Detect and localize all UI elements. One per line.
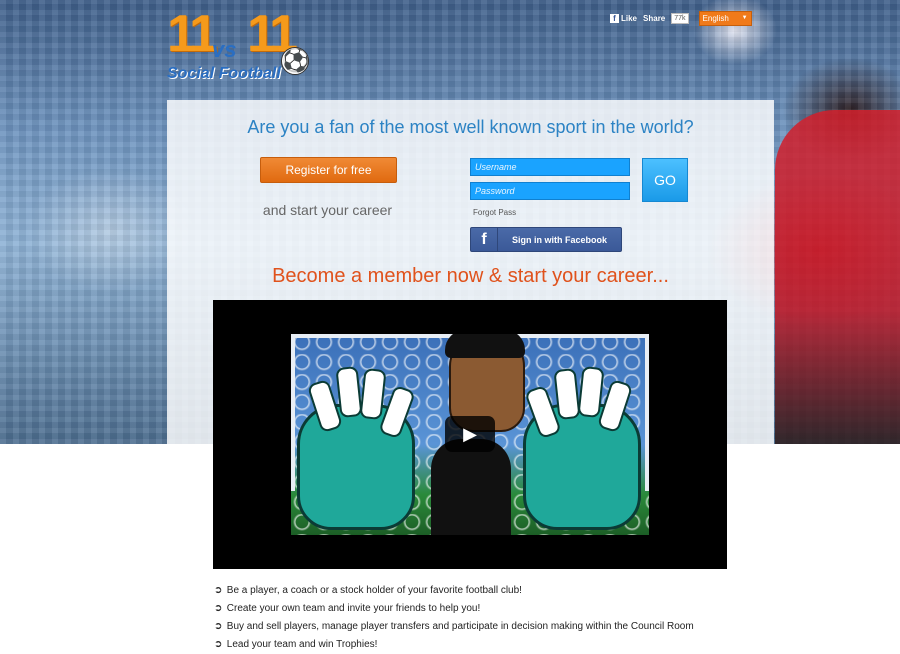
site-logo[interactable]: 11 vs 11 ⚽ Social Football — [167, 5, 317, 85]
glove-finger — [577, 365, 605, 419]
become-member-heading: Become a member now & start your career.… — [272, 265, 669, 287]
page-headline: Are you a fan of the most well known spo… — [247, 117, 694, 137]
facebook-signin-button[interactable]: f Sign in with Facebook — [470, 227, 622, 252]
arrow-icon: ➲ — [214, 639, 223, 650]
facebook-icon: f — [610, 13, 619, 23]
goalkeeper-body — [431, 439, 511, 535]
list-item: ➲ Lead your team and win Trophies! — [214, 636, 774, 654]
go-button[interactable]: GO — [642, 158, 688, 202]
left-glove — [297, 365, 416, 530]
right-glove — [523, 365, 641, 530]
register-subtext: and start your career — [262, 202, 393, 218]
feature-text: Create your own team and invite your fri… — [226, 603, 481, 614]
video-player[interactable]: ▶ — [213, 300, 727, 569]
logo-vs: vs — [212, 37, 237, 62]
feature-text: Lead your team and win Trophies! — [226, 639, 378, 650]
arrow-icon: ➲ — [214, 621, 223, 632]
feature-text: Buy and sell players, manage player tran… — [226, 621, 694, 632]
soccer-ball-icon: ⚽ — [281, 47, 309, 75]
feature-list: ➲ Be a player, a coach or a stock holder… — [214, 582, 774, 654]
like-label: Like — [621, 13, 638, 23]
language-select[interactable]: English ▼ — [698, 10, 752, 26]
play-icon[interactable]: ▶ — [445, 416, 495, 452]
list-item: ➲ Create your own team and invite your f… — [214, 600, 774, 618]
arrow-icon: ➲ — [214, 585, 223, 596]
facebook-icon: f — [471, 228, 498, 251]
logo-tagline: Social Football — [167, 65, 281, 82]
facebook-signin-label: Sign in with Facebook — [511, 234, 607, 245]
social-bar: f Like Share 77k English ▼ — [610, 10, 752, 26]
register-button[interactable]: Register for free — [260, 157, 397, 183]
list-item: ➲ Be a player, a coach or a stock holder… — [214, 582, 774, 600]
goalkeeper-hair — [445, 334, 525, 358]
language-value: English — [702, 13, 729, 23]
arrow-icon: ➲ — [214, 603, 223, 614]
facebook-like-button[interactable]: f Like — [610, 13, 638, 23]
glove-finger — [359, 367, 387, 421]
feature-text: Be a player, a coach or a stock holder o… — [226, 585, 522, 596]
password-input[interactable] — [470, 182, 630, 200]
username-input[interactable] — [470, 158, 630, 176]
share-button[interactable]: Share — [643, 14, 665, 23]
logo-number-left: 11 — [167, 5, 218, 63]
list-item: ➲ Buy and sell players, manage player tr… — [214, 618, 774, 636]
share-count: 77k — [671, 12, 689, 24]
chevron-down-icon: ▼ — [741, 14, 748, 21]
forgot-password-link[interactable]: Forgot Pass — [473, 208, 516, 217]
